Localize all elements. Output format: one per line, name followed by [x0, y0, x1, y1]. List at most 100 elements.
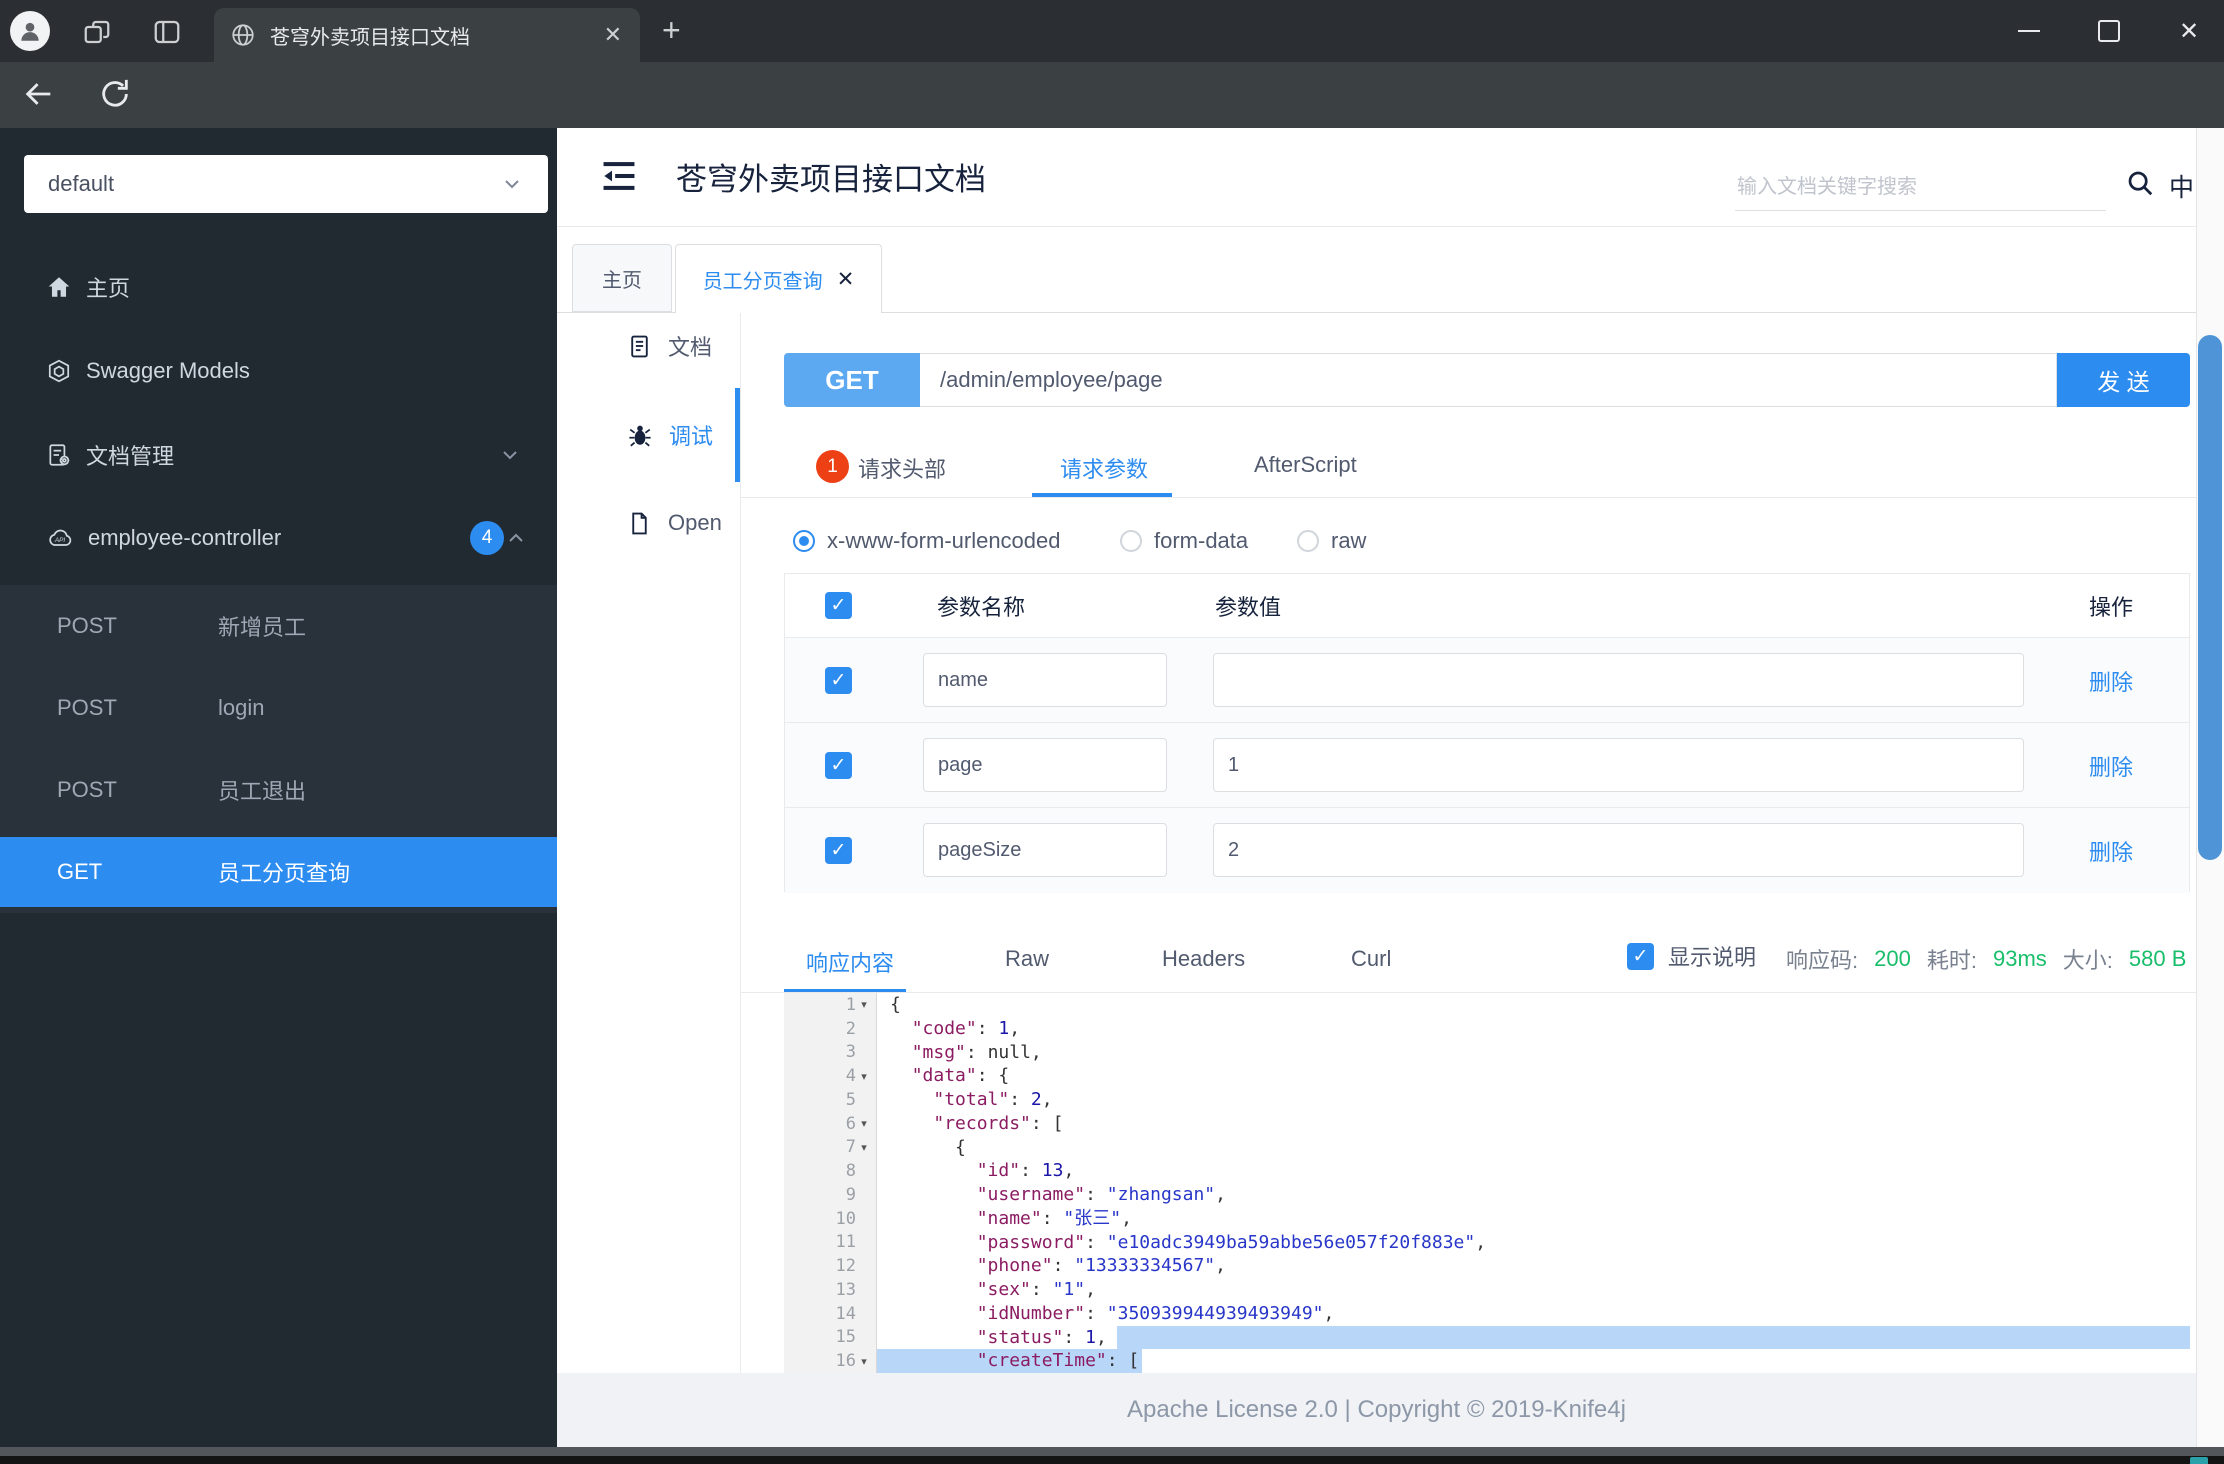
select-all-checkbox[interactable]: ✓: [825, 592, 852, 619]
group-select[interactable]: default: [24, 155, 548, 213]
tab-close-icon[interactable]: ✕: [837, 267, 855, 292]
globe-favicon: [232, 24, 254, 46]
sidebar-item-employee-controller[interactable]: API employee-controller 4: [0, 516, 557, 560]
background-window-strip: [0, 1447, 2224, 1456]
param-value-input[interactable]: [1213, 653, 2024, 707]
operation-label: 员工退出: [218, 779, 307, 804]
doc-nav-open[interactable]: Open: [557, 501, 740, 545]
show-description-toggle[interactable]: ✓ 显示说明: [1627, 940, 1756, 972]
browser-titlebar: 苍穹外卖项目接口文档 ✕ + ✕: [0, 0, 2224, 62]
tab-curl[interactable]: Curl: [1351, 946, 1391, 972]
operation-label: 新增员工: [218, 615, 307, 640]
delete-param-link[interactable]: 删除: [2089, 750, 2133, 782]
code-line: "data": {: [911, 1065, 1010, 1087]
param-value-input[interactable]: [1213, 738, 2024, 792]
code-line: "records": [: [933, 1112, 1064, 1134]
sidebar-operation-新增员工[interactable]: POST 新增员工: [0, 585, 557, 667]
console-icon: [2190, 1457, 2208, 1464]
fold-icon[interactable]: ▾: [856, 998, 872, 1011]
param-name-input[interactable]: [923, 823, 1167, 877]
gutter-line: 3: [845, 1042, 856, 1063]
doc-nav-divider: [740, 313, 741, 1373]
window-minimize-button[interactable]: [1994, 0, 2064, 62]
sidebar-operation-login[interactable]: POST login: [0, 667, 557, 749]
cloud-api-icon: API: [49, 529, 72, 546]
send-button[interactable]: 发 送: [2057, 353, 2190, 407]
content-tabbar: 主页 员工分页查询 ✕: [557, 244, 2196, 313]
delete-param-link[interactable]: 删除: [2089, 835, 2133, 867]
menu-fold-icon[interactable]: [600, 159, 638, 193]
param-value-input[interactable]: [1213, 823, 2024, 877]
language-toggle[interactable]: 中: [2169, 168, 2194, 204]
fold-icon[interactable]: ▾: [856, 1117, 872, 1130]
radio-label: form-data: [1154, 528, 1249, 553]
radio-x-www-form-urlencoded[interactable]: x-www-form-urlencoded: [793, 528, 1061, 554]
sidebar-operation-员工分页查询[interactable]: GET 员工分页查询: [0, 837, 557, 907]
fold-icon[interactable]: ▾: [856, 1141, 872, 1154]
sidebar-item-home[interactable]: 主页: [0, 265, 557, 309]
tab-headers[interactable]: Headers: [1162, 946, 1245, 972]
code-line: "idNumber": "350939944939493949",: [976, 1302, 1335, 1324]
operation-list: POST 新增员工 POST login POST 员工退出 GET 员工分页查询: [0, 585, 557, 913]
doc-search-icon[interactable]: [2125, 168, 2155, 198]
bug-icon: [629, 425, 651, 447]
code-line: "msg": null,: [911, 1041, 1042, 1063]
fold-icon[interactable]: ▾: [856, 1070, 872, 1083]
back-icon[interactable]: [22, 77, 56, 111]
request-url-input[interactable]: [920, 353, 2057, 407]
response-code-editor[interactable]: { "code": 1, "msg": null, "data": { "tot…: [877, 993, 2190, 1373]
refresh-icon[interactable]: [98, 77, 132, 111]
doc-nav-label: Open: [668, 510, 722, 535]
radio-form-data[interactable]: form-data: [1120, 528, 1248, 554]
new-tab-button[interactable]: +: [662, 14, 681, 46]
tab-response-content[interactable]: 响应内容: [806, 946, 894, 978]
doc-search-input[interactable]: [1735, 164, 2106, 211]
operation-count-badge: 4: [470, 521, 504, 555]
param-name-input[interactable]: [923, 653, 1167, 707]
tab-label: 员工分页查询: [702, 270, 823, 293]
param-checkbox[interactable]: ✓: [825, 667, 852, 694]
window-maximize-button[interactable]: [2074, 0, 2144, 62]
radio-raw[interactable]: raw: [1297, 528, 1366, 554]
fold-icon[interactable]: ▾: [856, 1355, 872, 1368]
gutter-line: 5: [845, 1089, 856, 1110]
gutter-line: 1 ▾: [784, 993, 876, 1017]
meta-label: 大小:: [2062, 948, 2113, 973]
doc-nav-document[interactable]: 文档: [557, 324, 740, 368]
gutter-line: 7 ▾: [784, 1136, 876, 1160]
tab-request-headers[interactable]: 请求头部: [858, 452, 946, 484]
tab-afterscript[interactable]: AfterScript: [1254, 452, 1357, 478]
tab-home[interactable]: 主页: [572, 244, 672, 312]
file-icon: [632, 512, 647, 534]
gutter-line: 4 ▾: [784, 1064, 876, 1088]
footer-text: Apache License 2.0 | Copyright © 2019-Kn…: [1127, 1396, 1626, 1423]
sidebar-item-swagger-models[interactable]: Swagger Models: [0, 349, 557, 393]
divider: [740, 497, 2196, 498]
page-scrollbar-thumb[interactable]: [2198, 335, 2222, 860]
tab-request-params[interactable]: 请求参数: [1060, 452, 1148, 484]
param-name-input[interactable]: [923, 738, 1167, 792]
tab-employee-page-query[interactable]: 员工分页查询 ✕: [675, 244, 882, 313]
tab-close-icon[interactable]: ✕: [604, 22, 622, 48]
background-console-strip: eMapper.pageQuery : <== Total: 2: [0, 1456, 2224, 1464]
sidebar-item-doc-manage[interactable]: 文档管理: [0, 433, 557, 477]
show-description-checkbox[interactable]: ✓: [1627, 942, 1654, 970]
delete-param-link[interactable]: 删除: [2089, 665, 2133, 697]
col-param-name: 参数名称: [937, 595, 1026, 620]
tab-raw[interactable]: Raw: [1005, 946, 1049, 972]
param-checkbox[interactable]: ✓: [825, 752, 852, 779]
param-checkbox[interactable]: ✓: [825, 837, 852, 864]
doc-nav-label: 文档: [668, 335, 713, 360]
gutter-line: 2: [845, 1018, 856, 1039]
sidebar-item-label: 主页: [86, 276, 131, 301]
sidebar-operation-员工退出[interactable]: POST 员工退出: [0, 749, 557, 831]
radio-icon: [793, 530, 815, 552]
window-close-button[interactable]: ✕: [2154, 0, 2224, 62]
params-table: ✓ 参数名称 参数值 操作 ✓ 删除 ✓ 删除 ✓ 删除: [784, 573, 2190, 893]
person-icon: [21, 22, 39, 41]
profile-avatar[interactable]: [10, 11, 50, 51]
workspaces-icon[interactable]: [82, 17, 112, 47]
doc-nav-debug[interactable]: 调试: [557, 413, 740, 457]
browser-tab[interactable]: 苍穹外卖项目接口文档 ✕: [214, 8, 640, 62]
vertical-tabs-icon[interactable]: [152, 17, 182, 47]
